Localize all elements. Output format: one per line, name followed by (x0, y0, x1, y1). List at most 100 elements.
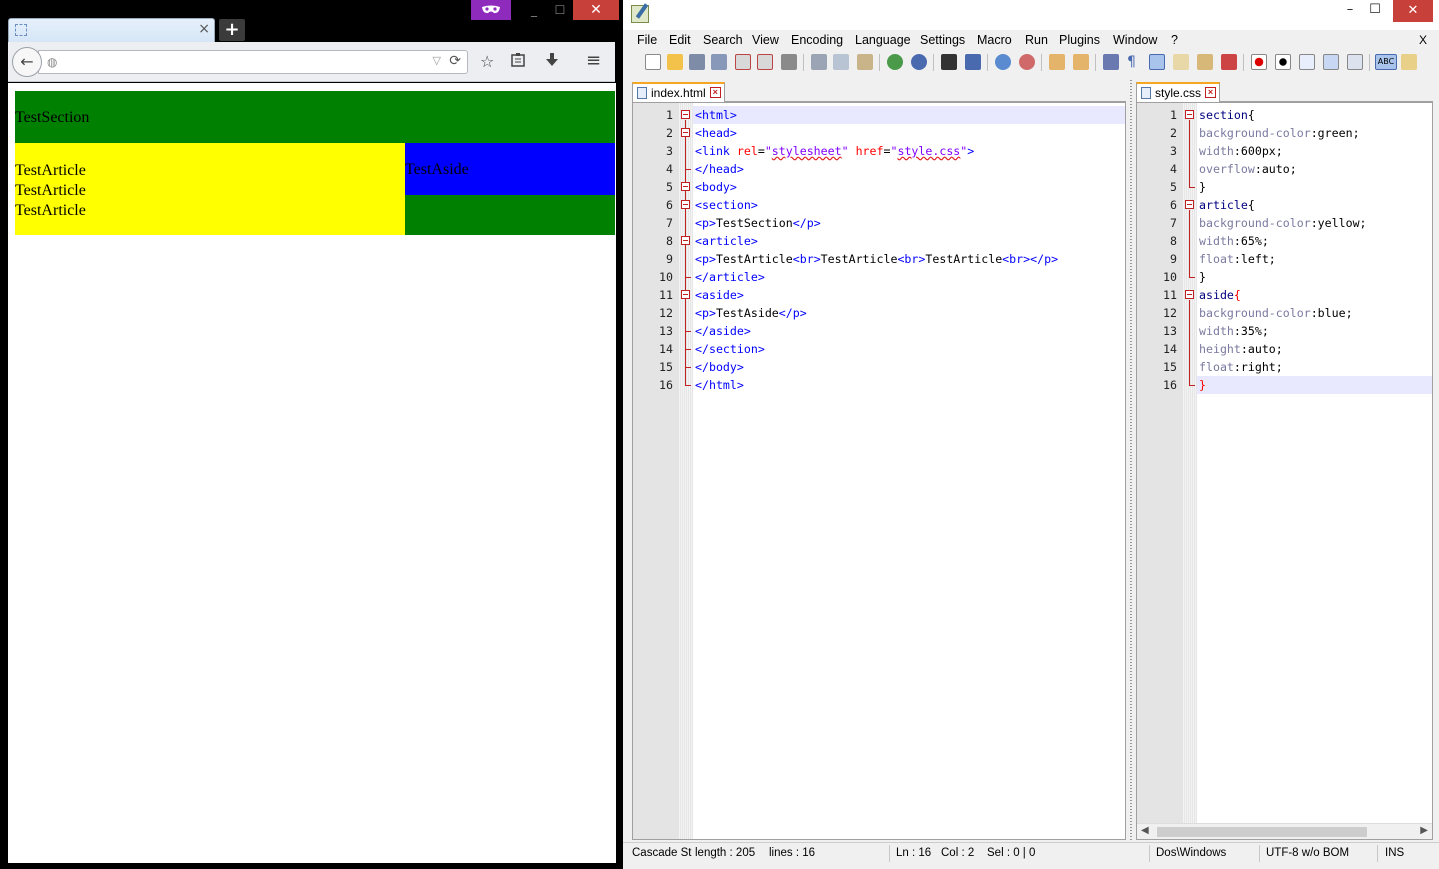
tab-index-html[interactable]: index.html × (632, 82, 725, 102)
doc-map-icon[interactable] (1197, 54, 1213, 70)
indent-guide-icon[interactable] (1149, 54, 1165, 70)
new-file-icon[interactable] (645, 54, 661, 70)
code-line[interactable]: } (1197, 178, 1432, 196)
code-line[interactable]: <head> (693, 124, 1125, 142)
browser-close-button[interactable]: ✕ (573, 0, 619, 20)
close-document-button[interactable]: X (1419, 33, 1427, 47)
code-editor-html[interactable]: <html> <head> <link rel="stylesheet" href=… (632, 102, 1126, 840)
record-macro-icon[interactable] (1251, 54, 1267, 70)
redo-icon[interactable] (911, 54, 927, 70)
menu-language[interactable]: Language (855, 33, 911, 47)
code-line[interactable]: <aside> (693, 286, 1125, 304)
scroll-left-icon[interactable]: ◀ (1141, 825, 1149, 836)
tab-close-icon[interactable]: × (709, 87, 721, 98)
browser-minimize-button[interactable]: _ (521, 0, 547, 20)
fold-toggle-icon[interactable] (681, 236, 690, 245)
fold-toggle-icon[interactable] (1185, 290, 1194, 299)
code-line[interactable]: <article> (693, 232, 1125, 250)
code-line[interactable]: overflow:auto; (1197, 160, 1432, 178)
code-line[interactable]: } (1197, 376, 1432, 394)
menu-macro[interactable]: Macro (977, 33, 1012, 47)
save-all-icon[interactable] (711, 54, 727, 70)
menu-search[interactable]: Search (703, 33, 743, 47)
zoom-in-icon[interactable] (995, 54, 1011, 70)
code-line[interactable]: </article> (693, 268, 1125, 286)
code-line[interactable]: </html> (693, 376, 1125, 394)
scroll-right-icon[interactable]: ▶ (1420, 825, 1428, 836)
zoom-out-icon[interactable] (1019, 54, 1035, 70)
code-area[interactable]: <html> <head> <link rel="stylesheet" href=… (693, 103, 1125, 839)
stop-macro-icon[interactable] (1275, 54, 1291, 70)
menu-encoding[interactable]: Encoding (791, 33, 843, 47)
tab-close-icon[interactable]: × (198, 21, 210, 37)
horizontal-scrollbar[interactable]: ◀ ▶ (1137, 823, 1432, 839)
play-macro-icon[interactable] (1299, 54, 1315, 70)
run-macro-multiple-icon[interactable] (1323, 54, 1339, 70)
reading-list-icon[interactable] (511, 52, 525, 71)
menu-help[interactable]: ? (1171, 33, 1178, 47)
menu-view[interactable]: View (752, 33, 779, 47)
code-line[interactable]: section{ (1197, 106, 1432, 124)
code-line[interactable]: article{ (1197, 196, 1432, 214)
plugin-icon[interactable] (1401, 54, 1417, 70)
menu-file[interactable]: File (637, 33, 657, 47)
code-line[interactable]: } (1197, 268, 1432, 286)
sync-horizontal-icon[interactable] (1073, 54, 1089, 70)
menu-plugins[interactable]: Plugins (1059, 33, 1100, 47)
menu-edit[interactable]: Edit (669, 33, 691, 47)
url-bar[interactable]: ◍ ▽ ⟳ (38, 50, 468, 74)
code-line[interactable]: background-color:blue; (1197, 304, 1432, 322)
spellcheck-icon[interactable]: ABC (1375, 54, 1397, 70)
fold-toggle-icon[interactable] (681, 290, 690, 299)
url-dropdown-icon[interactable]: ▽ (433, 54, 441, 67)
code-line[interactable]: width:65%; (1197, 232, 1432, 250)
code-editor-css[interactable]: section{background-color:green; width:600… (1136, 102, 1433, 840)
code-line[interactable]: <p>TestArticle<br>TestArticle<br>TestArt… (693, 250, 1125, 268)
code-line[interactable]: </section> (693, 340, 1125, 358)
save-icon[interactable] (689, 54, 705, 70)
fold-toggle-icon[interactable] (681, 128, 690, 137)
npp-close-button[interactable]: ✕ (1393, 0, 1433, 22)
sync-vertical-icon[interactable] (1049, 54, 1065, 70)
fold-toggle-icon[interactable] (681, 182, 690, 191)
fold-toggle-icon[interactable] (1185, 110, 1194, 119)
code-line[interactable]: <body> (693, 178, 1125, 196)
close-icon[interactable] (735, 54, 751, 70)
show-all-chars-icon[interactable]: ¶ (1127, 54, 1143, 70)
code-line[interactable]: <p>TestSection</p> (693, 214, 1125, 232)
paste-icon[interactable] (857, 54, 873, 70)
open-file-icon[interactable] (667, 54, 683, 70)
download-icon[interactable] (545, 52, 559, 71)
code-line[interactable]: width:35%; (1197, 322, 1432, 340)
npp-maximize-button[interactable]: ☐ (1360, 2, 1390, 17)
browser-maximize-button[interactable]: ☐ (547, 0, 573, 20)
fold-toggle-icon[interactable] (681, 110, 690, 119)
reload-icon[interactable]: ⟳ (449, 53, 461, 69)
code-line[interactable]: </body> (693, 358, 1125, 376)
hamburger-menu-icon[interactable]: ≡ (586, 50, 601, 71)
save-macro-icon[interactable] (1347, 54, 1363, 70)
code-line[interactable]: <p>TestAside</p> (693, 304, 1125, 322)
find-icon[interactable] (941, 54, 957, 70)
undo-icon[interactable] (887, 54, 903, 70)
print-icon[interactable] (781, 54, 797, 70)
browser-tab[interactable]: × (8, 18, 215, 42)
code-line[interactable]: background-color:green; (1197, 124, 1432, 142)
close-all-icon[interactable] (757, 54, 773, 70)
function-list-icon[interactable] (1221, 54, 1237, 70)
code-line[interactable]: </aside> (693, 322, 1125, 340)
tab-close-icon[interactable]: × (1205, 87, 1217, 98)
menu-settings[interactable]: Settings (920, 33, 965, 47)
scrollbar-thumb[interactable] (1157, 827, 1367, 837)
menu-window[interactable]: Window (1113, 33, 1157, 47)
code-line[interactable]: aside{ (1197, 286, 1432, 304)
code-area[interactable]: section{background-color:green; width:600… (1197, 103, 1432, 839)
code-line[interactable]: height:auto; (1197, 340, 1432, 358)
user-language-icon[interactable] (1173, 54, 1189, 70)
code-line[interactable]: <html> (693, 106, 1125, 124)
word-wrap-icon[interactable] (1103, 54, 1119, 70)
new-tab-button[interactable]: + (219, 19, 245, 41)
code-line[interactable]: float:left; (1197, 250, 1432, 268)
code-line[interactable]: <section> (693, 196, 1125, 214)
fold-toggle-icon[interactable] (1185, 200, 1194, 209)
